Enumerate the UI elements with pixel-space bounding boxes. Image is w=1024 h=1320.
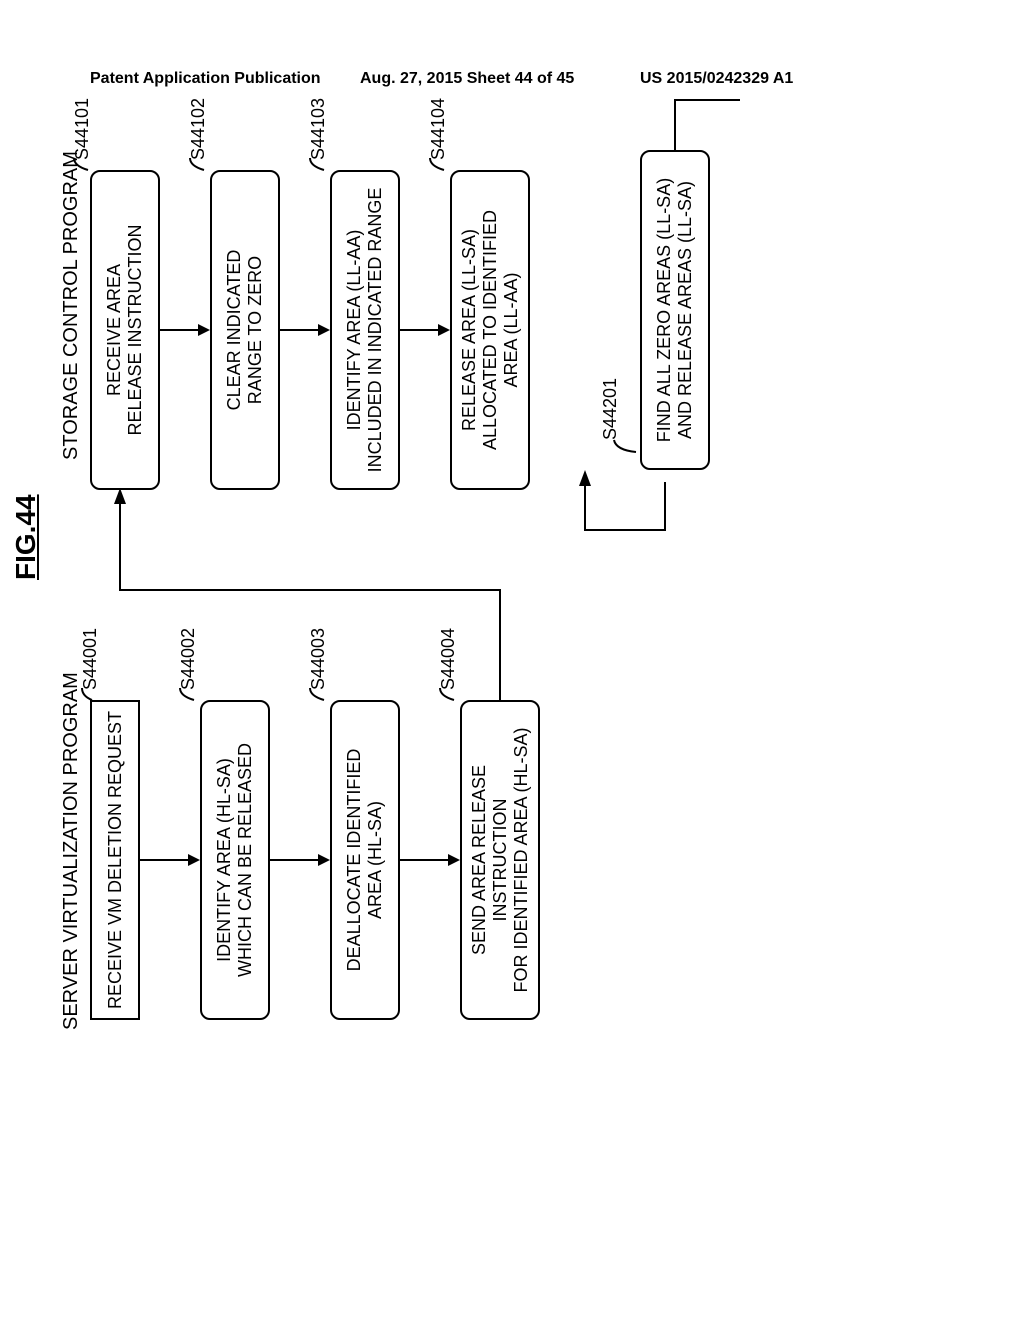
step-text: RECEIVE AREA [104, 264, 125, 396]
step-box: SEND AREA RELEASE INSTRUCTION FOR IDENTI… [460, 700, 540, 1020]
header-center: Aug. 27, 2015 Sheet 44 of 45 [360, 70, 574, 88]
step-text: SEND AREA RELEASE [469, 765, 490, 955]
step-box: CLEAR INDICATED RANGE TO ZERO [210, 170, 280, 490]
ref-connector [308, 150, 328, 170]
loop-arrow [585, 470, 675, 530]
step-box: DEALLOCATE IDENTIFIED AREA (HL-SA) [330, 700, 400, 1020]
step-text: RELEASE INSTRUCTION [125, 224, 146, 435]
flow-arrow [140, 850, 200, 870]
left-column-title: SERVER VIRTUALIZATION PROGRAM [60, 672, 83, 1030]
header-left: Patent Application Publication [90, 70, 321, 88]
step-text: AREA (LL-AA) [501, 272, 522, 387]
step-text: FIND ALL ZERO AREAS (LL-SA) [654, 178, 675, 442]
figure-label: FIG.44 [10, 494, 42, 580]
cross-arrow [90, 480, 510, 700]
ref-connector [72, 150, 92, 170]
header-right: US 2015/0242329 A1 [640, 70, 793, 88]
step-text: DEALLOCATE IDENTIFIED [344, 749, 365, 972]
step-text: WHICH CAN BE RELEASED [235, 743, 256, 977]
step-text: IDENTIFY AREA (LL-AA) [344, 230, 365, 431]
step-text: INSTRUCTION [490, 799, 511, 922]
step-text: INCLUDED IN INDICATED RANGE [365, 188, 386, 473]
step-text: IDENTIFY AREA (HL-SA) [214, 758, 235, 962]
ref-connector [188, 150, 208, 170]
ref-connector [612, 432, 642, 452]
step-text: RECEIVE VM DELETION REQUEST [105, 711, 126, 1009]
flow-arrow [270, 850, 330, 870]
flow-arrow [400, 320, 450, 340]
right-column-title: STORAGE CONTROL PROGRAM [60, 151, 83, 460]
step-box: FIND ALL ZERO AREAS (LL-SA) AND RELEASE … [640, 150, 710, 470]
step-box: IDENTIFY AREA (HL-SA) WHICH CAN BE RELEA… [200, 700, 270, 1020]
figure-diagram: FIG.44 SERVER VIRTUALIZATION PROGRAM STO… [0, 320, 960, 1000]
step-box: RELEASE AREA (LL-SA) ALLOCATED TO IDENTI… [450, 170, 530, 490]
flow-arrow [400, 850, 460, 870]
step-box: IDENTIFY AREA (LL-AA) INCLUDED IN INDICA… [330, 170, 400, 490]
step-text: AND RELEASE AREAS (LL-SA) [675, 181, 696, 439]
exit-line [670, 90, 740, 150]
flow-arrow [160, 320, 210, 340]
step-text: ALLOCATED TO IDENTIFIED [480, 210, 501, 450]
ref-connector [428, 150, 448, 170]
step-box: RECEIVE VM DELETION REQUEST [90, 700, 140, 1020]
step-ref: S44201 [600, 378, 621, 440]
step-box: RECEIVE AREA RELEASE INSTRUCTION [90, 170, 160, 490]
step-text: AREA (HL-SA) [365, 801, 386, 919]
step-text: RANGE TO ZERO [245, 256, 266, 404]
step-text: RELEASE AREA (LL-SA) [459, 229, 480, 431]
flow-arrow [280, 320, 330, 340]
step-text: FOR IDENTIFIED AREA (HL-SA) [511, 727, 532, 992]
step-text: CLEAR INDICATED [224, 250, 245, 411]
